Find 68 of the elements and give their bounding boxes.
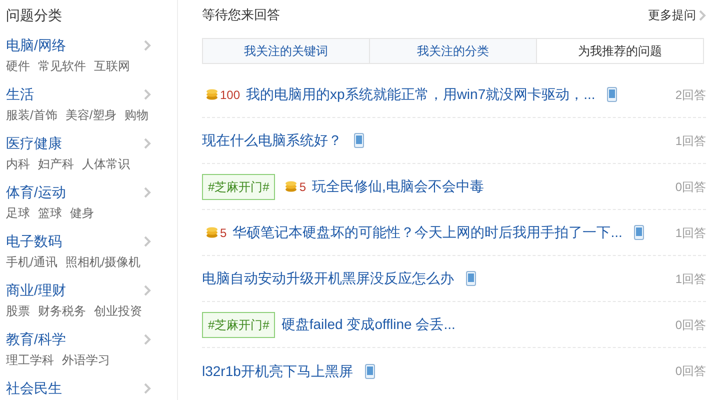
subcategory-link[interactable]: 照相机/摄像机 <box>65 252 141 272</box>
answer-count: 2回答 <box>675 86 706 104</box>
chevron-icon <box>144 236 151 246</box>
subcategory-link[interactable]: 足球 <box>6 203 30 223</box>
subcategory-link[interactable]: 美容/塑身 <box>65 105 117 125</box>
tab[interactable]: 我关注的分类 <box>369 39 536 63</box>
subcategory-link[interactable]: 理工学科 <box>6 350 54 370</box>
question-link[interactable]: 现在什么电脑系统好？ <box>202 130 342 151</box>
subcategory-link[interactable]: 购物 <box>124 105 149 125</box>
sidebar-title: 问题分类 <box>6 6 63 25</box>
category-link[interactable]: 电子数码 <box>6 230 62 252</box>
chevron-icon <box>699 10 706 20</box>
subcategory-link[interactable]: 健身 <box>70 203 94 223</box>
topic-tag[interactable]: #芝麻开门# <box>202 174 276 200</box>
chevron-icon <box>144 138 151 148</box>
mobile-phone-icon <box>364 364 375 378</box>
chevron-icon <box>144 334 151 344</box>
subcategory-link[interactable]: 手机/通讯 <box>6 252 58 272</box>
category-link[interactable]: 社会民生 <box>6 378 62 398</box>
question-link[interactable]: 电脑自动安动升级开机黑屏没反应怎么办 <box>202 268 454 289</box>
reward-points: 100 <box>220 86 240 104</box>
more-questions-link[interactable]: 更多提问 <box>648 6 696 24</box>
subcategory-link[interactable]: 财务税务 <box>38 301 86 321</box>
category-link[interactable]: 教育/科学 <box>6 328 66 350</box>
category-link[interactable]: 生活 <box>6 84 34 104</box>
section-title: 等待您来回答 <box>202 6 280 24</box>
question-link[interactable]: 我的电脑用的xp系统就能正常，用win7就没网卡驱动，... <box>246 84 596 105</box>
category-link[interactable]: 医疗健康 <box>6 132 62 154</box>
topic-tag[interactable]: #芝麻开门# <box>202 312 276 338</box>
subcategory-link[interactable]: 篮球 <box>38 203 62 223</box>
subcategory-link[interactable]: 互联网 <box>94 56 130 76</box>
chevron-icon <box>144 40 151 50</box>
subcategory-link[interactable]: 内科 <box>6 154 30 174</box>
subcategory-link[interactable]: 创业投资 <box>94 301 142 321</box>
coins-icon <box>206 227 218 238</box>
answer-count: 0回答 <box>675 316 706 334</box>
question-link[interactable]: 玩全民修仙,电脑会不会中毒 <box>312 176 484 197</box>
question-link[interactable]: 硬盘failed 变成offline 会丢... <box>281 314 456 335</box>
chevron-icon <box>144 382 151 394</box>
coins-icon <box>285 181 298 192</box>
reward-points: 5 <box>299 178 306 196</box>
answer-count: 0回答 <box>675 363 706 380</box>
mobile-phone-icon <box>607 87 618 102</box>
mobile-phone-icon <box>634 225 644 240</box>
reward-points: 5 <box>220 224 227 242</box>
subcategory-link[interactable]: 人体常识 <box>82 154 130 174</box>
chevron-icon <box>144 284 151 296</box>
category-link[interactable]: 商业/理财 <box>6 280 66 300</box>
mobile-phone-icon <box>354 133 364 148</box>
question-link[interactable]: l32r1b开机亮下马上黑屏 <box>202 360 353 382</box>
answer-count: 1回答 <box>675 270 706 288</box>
category-link[interactable]: 体育/运动 <box>6 182 66 202</box>
tab[interactable]: 我关注的关键词 <box>203 39 369 63</box>
chevron-icon <box>144 186 151 198</box>
subcategory-link[interactable]: 妇产科 <box>38 154 74 174</box>
answer-count: 1回答 <box>675 132 706 150</box>
question-link[interactable]: 华硕笔记本硬盘坏的可能性？今天上网的时后我用手拍了一下... <box>232 222 622 243</box>
answer-count: 1回答 <box>675 224 706 242</box>
chevron-icon <box>144 88 151 100</box>
mobile-phone-icon <box>466 271 476 286</box>
subcategory-link[interactable]: 常见软件 <box>38 56 86 76</box>
answer-count: 0回答 <box>675 178 706 196</box>
category-link[interactable]: 电脑/网络 <box>6 34 66 56</box>
subcategory-link[interactable]: 硬件 <box>6 56 30 76</box>
subcategory-link[interactable]: 外语学习 <box>62 350 110 370</box>
subcategory-link[interactable]: 股票 <box>6 301 30 321</box>
subcategory-link[interactable]: 服装/首饰 <box>6 105 58 125</box>
coins-icon <box>206 89 218 100</box>
